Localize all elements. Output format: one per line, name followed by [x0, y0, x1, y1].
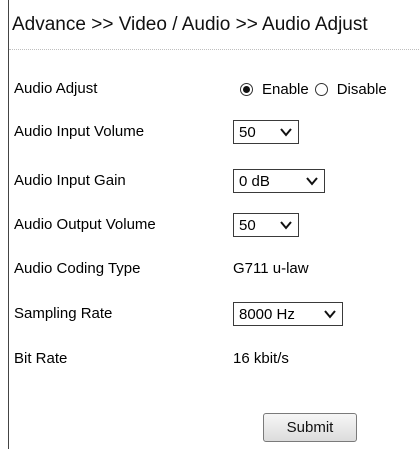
radio-enable-label[interactable]: Enable — [262, 81, 309, 98]
sampling-rate-row: Sampling Rate 8000 Hz — [0, 300, 419, 328]
bit-rate-label: Bit Rate — [14, 350, 68, 367]
audio-input-volume-select[interactable]: 50 — [233, 120, 299, 144]
audio-input-volume-row: Audio Input Volume 50 — [0, 118, 419, 146]
audio-coding-type-label: Audio Coding Type — [14, 260, 141, 277]
audio-output-volume-row: Audio Output Volume 50 — [0, 211, 419, 239]
audio-input-gain-label: Audio Input Gain — [14, 172, 126, 189]
submit-button[interactable]: Submit — [263, 413, 357, 442]
header-divider — [9, 49, 419, 50]
radio-disable-unselected-icon[interactable] — [314, 82, 328, 96]
audio-output-volume-select[interactable]: 50 — [233, 213, 299, 237]
audio-coding-type-value: G711 u-law — [233, 260, 309, 277]
audio-input-volume-label: Audio Input Volume — [14, 123, 145, 140]
audio-coding-type-row: Audio Coding Type G711 u-law — [0, 255, 419, 283]
radio-enable-selected-icon[interactable] — [240, 82, 253, 96]
audio-adjust-row: Audio Adjust Enable Disable — [0, 75, 419, 103]
audio-input-gain-value: 0 dB — [239, 172, 270, 190]
chevron-down-icon — [306, 177, 318, 186]
sampling-rate-select[interactable]: 8000 Hz — [233, 302, 343, 326]
bit-rate-row: Bit Rate 16 kbit/s — [0, 345, 419, 373]
breadcrumb: Advance >> Video / Audio >> Audio Adjust — [12, 14, 368, 35]
audio-adjust-radio-group: Enable Disable — [240, 75, 391, 103]
audio-input-gain-select[interactable]: 0 dB — [233, 169, 325, 193]
audio-input-volume-value: 50 — [239, 123, 256, 141]
audio-output-volume-value: 50 — [239, 216, 256, 234]
chevron-down-icon — [324, 310, 336, 319]
audio-adjust-label: Audio Adjust — [14, 80, 98, 97]
bit-rate-value: 16 kbit/s — [233, 350, 289, 367]
audio-input-gain-row: Audio Input Gain 0 dB — [0, 167, 419, 195]
chevron-down-icon — [280, 128, 292, 137]
sampling-rate-label: Sampling Rate — [14, 305, 113, 322]
chevron-down-icon — [280, 221, 292, 230]
sampling-rate-value: 8000 Hz — [239, 305, 295, 323]
audio-output-volume-label: Audio Output Volume — [14, 216, 156, 233]
radio-disable-label[interactable]: Disable — [337, 81, 387, 98]
